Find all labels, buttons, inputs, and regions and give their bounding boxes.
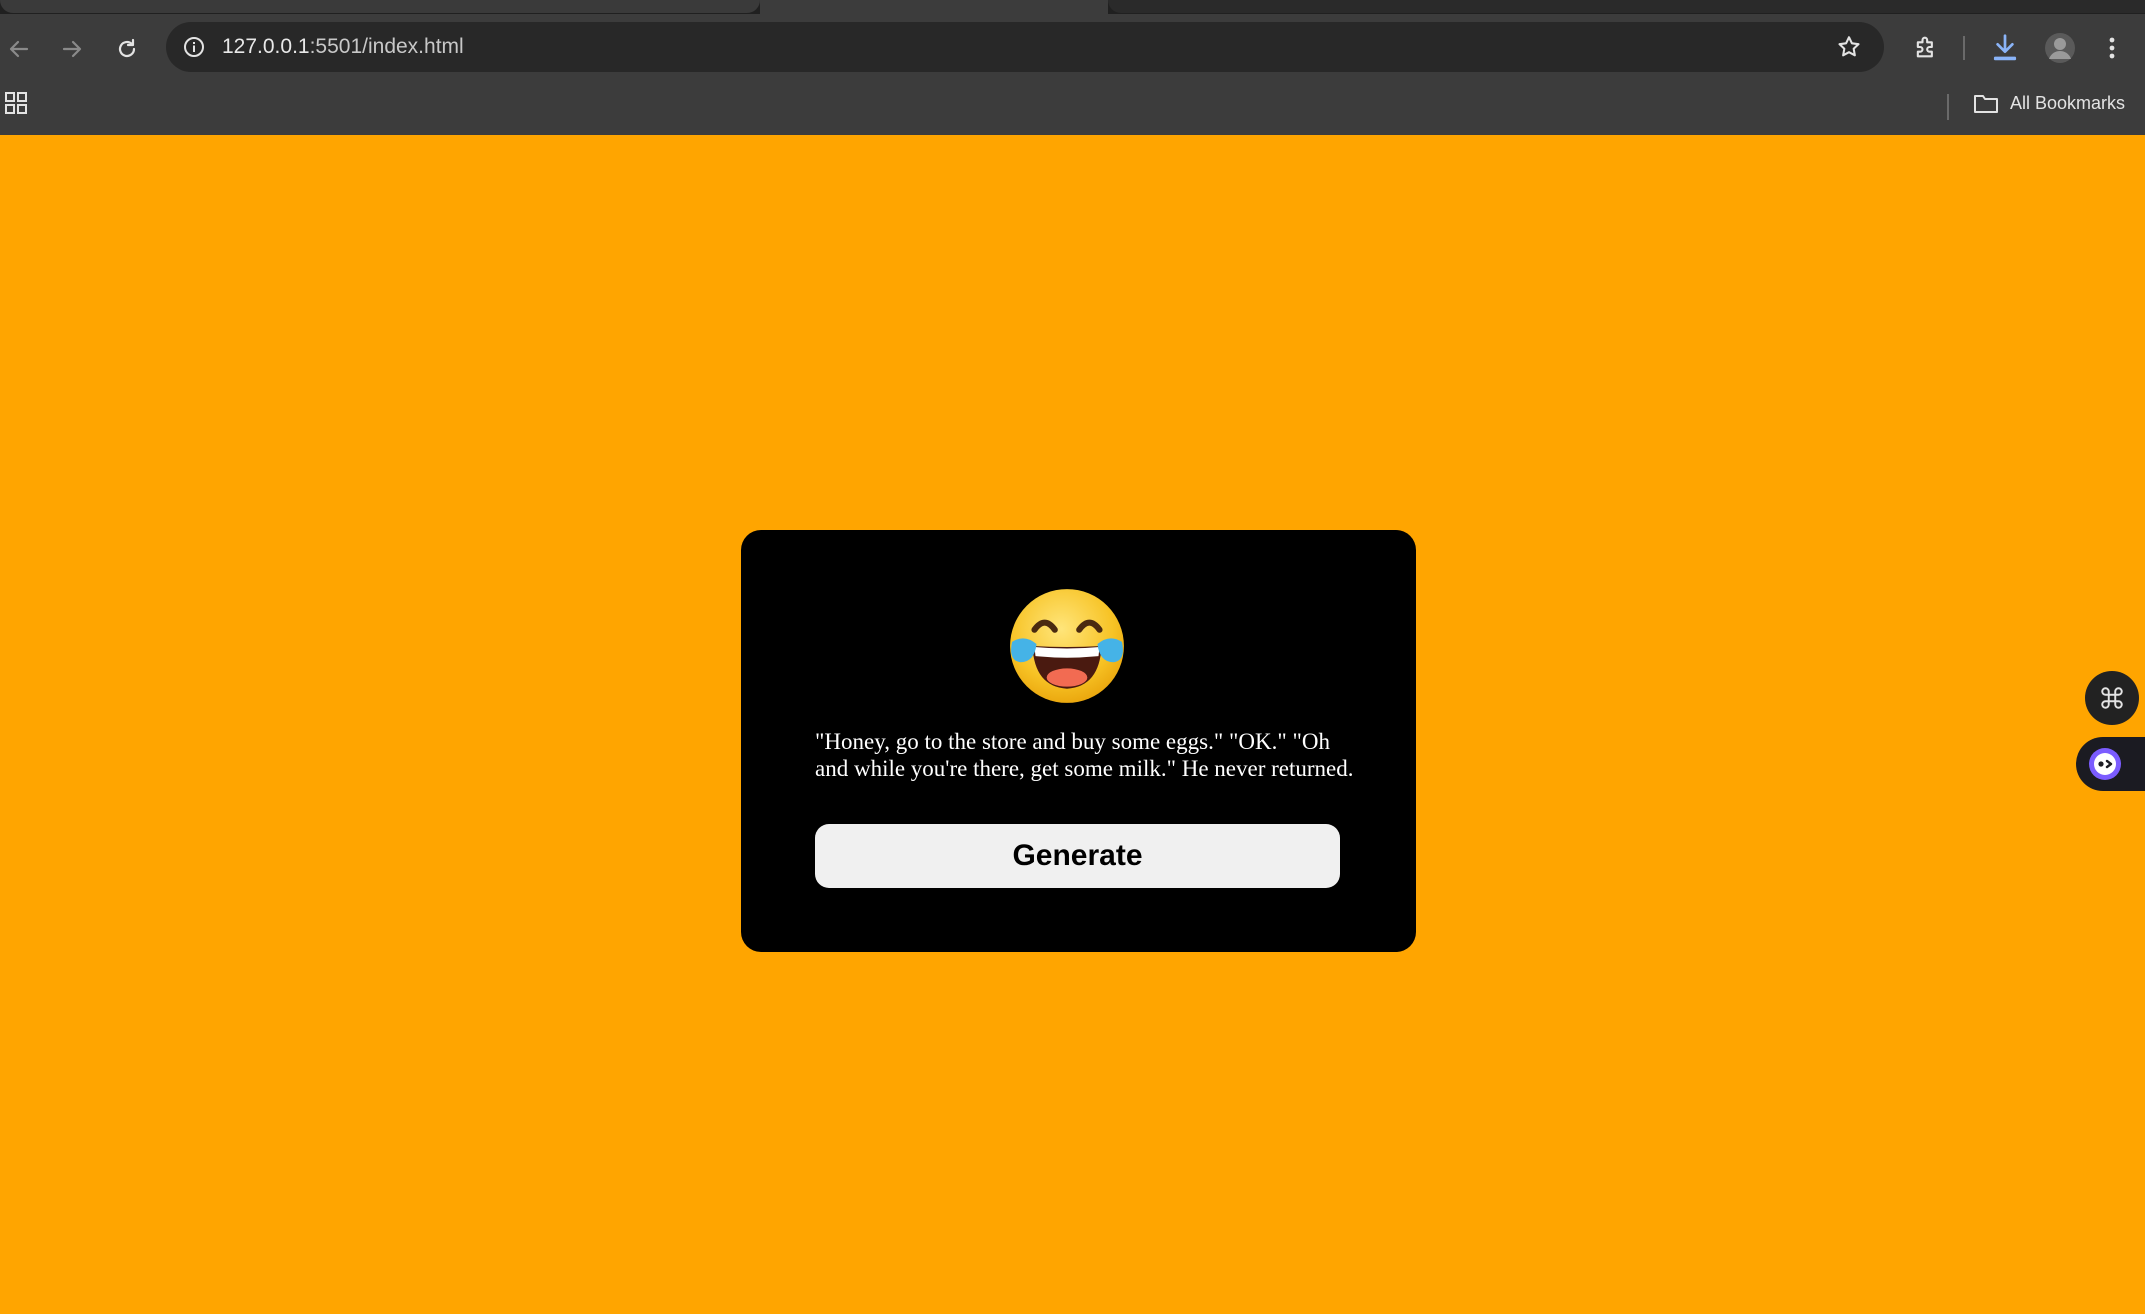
avatar[interactable] [2044, 32, 2076, 64]
back-arrow-icon [9, 40, 29, 58]
joke-text: "Honey, go to the store and buy some egg… [815, 729, 1354, 781]
apps-grid-icon[interactable] [5, 92, 27, 114]
all-bookmarks-link[interactable]: All Bookmarks [2010, 80, 2125, 126]
reload-icon [118, 38, 136, 58]
command-icon [2101, 687, 2123, 709]
kebab-menu-icon[interactable] [2100, 34, 2124, 62]
folder-icon[interactable] [1973, 92, 1999, 114]
address-bar[interactable]: 127.0.0.1:5501/index.html [166, 22, 1884, 72]
forward-button[interactable] [55, 32, 89, 66]
tears-of-joy-emoji [1010, 589, 1124, 703]
bookmarks-divider [1947, 94, 1949, 120]
bookmarks-bar: All Bookmarks [0, 80, 2145, 135]
floating-assistant-button[interactable] [2076, 737, 2145, 791]
tab-active[interactable] [760, 0, 1108, 14]
url-text[interactable]: 127.0.0.1:5501/index.html [222, 22, 464, 72]
page-viewport: "Honey, go to the store and buy some egg… [0, 135, 2145, 1314]
url-host: 127.0.0.1 [222, 35, 310, 58]
floating-shortcut-button[interactable] [2085, 671, 2139, 725]
info-icon[interactable] [182, 35, 206, 59]
browser-toolbar: 127.0.0.1:5501/index.html [0, 14, 2145, 80]
reload-button[interactable] [110, 32, 144, 66]
generate-button[interactable]: Generate [815, 824, 1340, 888]
forward-arrow-icon [62, 40, 82, 58]
tab-previous[interactable] [0, 0, 760, 13]
assistant-icon [2089, 748, 2121, 780]
star-icon[interactable] [1836, 34, 1862, 60]
toolbar-divider [1963, 36, 1965, 60]
tab-strip [0, 0, 2145, 14]
back-button[interactable] [2, 32, 36, 66]
puzzle-icon[interactable] [1912, 33, 1940, 61]
joke-card: "Honey, go to the store and buy some egg… [741, 530, 1416, 952]
url-path: :5501/index.html [309, 35, 464, 58]
browser-chrome: 127.0.0.1:5501/index.html All Bookmarks [0, 0, 2145, 135]
download-icon[interactable] [1990, 32, 2020, 64]
tab-next[interactable] [1108, 0, 2145, 13]
